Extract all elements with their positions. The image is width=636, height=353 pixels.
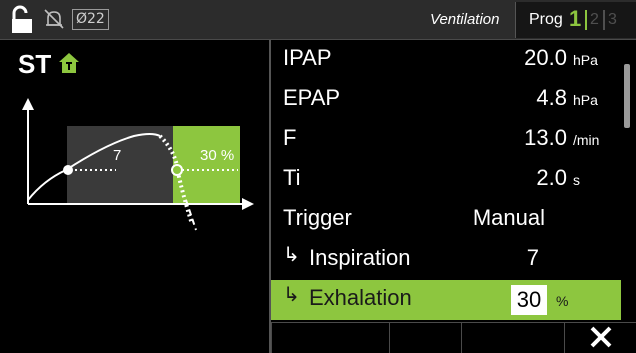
parameter-list: IPAP 20.0 hPa EPAP 4.8 hPa F 13.0 /min T… <box>271 40 621 320</box>
param-unit: hPa <box>573 52 598 68</box>
param-value: 4.8 <box>536 85 567 110</box>
mode-label: Ventilation <box>430 11 500 28</box>
exhalation-value-label: 30 % <box>200 147 234 164</box>
trigger-house-icon <box>58 52 80 79</box>
close-icon <box>590 326 612 348</box>
param-value: 20.0 <box>524 45 567 70</box>
param-label: Trigger <box>283 205 352 230</box>
param-row-exhalation[interactable]: ↳ Exhalation 30 % <box>271 280 621 320</box>
program-selector[interactable]: Prog 1 2 3 <box>515 2 636 38</box>
program-3[interactable]: 3 <box>608 11 617 29</box>
param-row-f[interactable]: F 13.0 /min <box>271 120 621 160</box>
ventilator-screen: Ø22 Ventilation Prog 1 2 3 ST 7 30 % IPA… <box>0 0 636 353</box>
bottom-button-3[interactable] <box>461 323 462 353</box>
badge-indicator: Ø22 <box>72 9 109 30</box>
param-row-ipap[interactable]: IPAP 20.0 hPa <box>271 40 621 80</box>
param-unit: hPa <box>573 92 598 108</box>
inspiration-area <box>67 126 173 204</box>
scrollbar-thumb[interactable] <box>624 64 630 128</box>
alarm-silenced-icon[interactable] <box>42 7 66 36</box>
inspiration-value-label: 7 <box>113 147 121 164</box>
unlock-icon[interactable] <box>10 5 34 40</box>
sub-item-arrow-icon: ↳ <box>283 244 300 266</box>
program-2[interactable]: 2 <box>590 11 599 29</box>
exhalation-area <box>173 126 240 204</box>
param-label: Ti <box>283 165 301 190</box>
param-label: Inspiration <box>309 245 411 270</box>
param-label: IPAP <box>283 45 332 70</box>
param-label: Exhalation <box>309 285 412 310</box>
param-unit: % <box>556 293 569 309</box>
exhalation-marker <box>171 164 183 176</box>
bottom-button-2[interactable] <box>389 323 390 353</box>
inspiration-marker <box>63 165 73 175</box>
mode-panel: ST 7 30 % <box>0 40 268 353</box>
param-label: EPAP <box>283 85 341 110</box>
status-bar: Ø22 Ventilation Prog 1 2 3 <box>0 0 636 40</box>
param-row-epap[interactable]: EPAP 4.8 hPa <box>271 80 621 120</box>
param-value: Manual <box>472 205 545 230</box>
param-value: 2.0 <box>536 165 567 190</box>
mode-name: ST <box>18 49 52 79</box>
x-axis-arrow <box>242 198 254 210</box>
y-axis-arrow <box>22 98 34 110</box>
param-row-ti[interactable]: Ti 2.0 s <box>271 160 621 200</box>
param-value: 7 <box>526 245 539 270</box>
program-separator <box>585 10 587 30</box>
close-button[interactable] <box>565 322 636 353</box>
param-value: 13.0 <box>524 125 567 150</box>
param-value-editor[interactable]: 30 <box>511 285 547 315</box>
program-separator <box>603 10 605 30</box>
program-1[interactable]: 1 <box>569 6 581 32</box>
param-row-inspiration[interactable]: ↳ Inspiration 7 <box>271 240 621 280</box>
param-unit: /min <box>573 132 600 148</box>
prog-label: Prog <box>529 11 563 28</box>
param-label: F <box>283 125 297 150</box>
param-row-trigger[interactable]: Trigger Manual <box>271 200 621 240</box>
param-unit: s <box>573 172 580 188</box>
breath-trigger-diagram: 7 30 % <box>22 98 254 231</box>
sub-item-arrow-icon: ↳ <box>283 284 300 306</box>
bottom-button-1[interactable] <box>271 323 272 353</box>
